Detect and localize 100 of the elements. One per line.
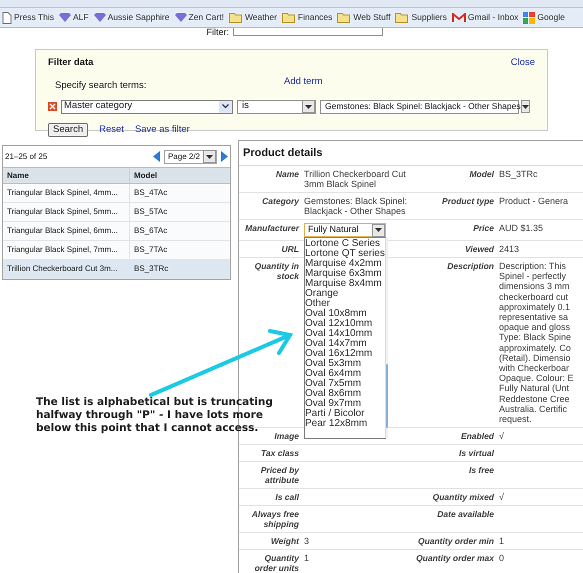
table-cell: BS_5TAc xyxy=(129,203,230,221)
dropdown-option[interactable]: Pear 12x8mm xyxy=(305,419,385,429)
dropdown-option[interactable]: Oval 5x3mm xyxy=(305,359,385,369)
bookmark-link[interactable]: Aussie Sapphire xyxy=(94,11,170,24)
bookmark-link[interactable]: Weather xyxy=(228,11,277,24)
field-label: Enabled xyxy=(460,431,494,442)
page-icon xyxy=(2,12,12,24)
bookmark-link[interactable]: Press This xyxy=(2,11,54,24)
dropdown-option[interactable]: Oval 9x7mm xyxy=(305,399,385,409)
table-cell-text: Triangular Black Spinel, 5mm... xyxy=(6,206,119,218)
dropdown-option[interactable]: Marquise 8x4mm xyxy=(305,279,385,289)
dropdown-option[interactable]: Oval 16x12mm xyxy=(305,349,385,359)
field-value: 2413 xyxy=(499,244,520,254)
panel-title: Filter data xyxy=(48,56,94,70)
field-label: Quantity in stock xyxy=(254,261,299,281)
field-label: Description xyxy=(446,261,494,271)
field-value: AUD $1.35 xyxy=(499,223,544,233)
field-label: Model xyxy=(468,169,494,179)
field-value: 1 xyxy=(304,553,310,564)
annotation-text: The list is alphabetical but is truncating halfway through "P" - I have lots more below this point that I cannot access. xyxy=(36,396,274,435)
page-select[interactable]: Page 2/2 xyxy=(164,150,217,164)
column-header[interactable]: Model xyxy=(129,168,230,183)
bookmark-link[interactable]: Google xyxy=(523,11,565,24)
table-cell-text: Trillion Checkerboard Cut 3m... xyxy=(6,263,118,275)
field-label: Name xyxy=(274,169,299,179)
save-filter-link[interactable]: Save as filter xyxy=(134,122,190,137)
bookmark-link[interactable]: ALF xyxy=(59,11,89,24)
table-cell: BS_4TAc xyxy=(129,184,230,202)
field-label: Priced by attribute xyxy=(260,465,299,486)
gem-icon xyxy=(174,13,186,22)
field-label: Price xyxy=(472,223,494,233)
field-label: Is virtual xyxy=(458,448,494,458)
dropdown-option[interactable]: Oval 12x10mm xyxy=(305,319,385,329)
field-label: Product type xyxy=(441,196,494,206)
prompt-text: Specify search terms: xyxy=(55,79,148,94)
field-label: Manufacturer xyxy=(244,223,299,233)
scrollbar[interactable] xyxy=(384,238,388,438)
dropdown-option[interactable]: Oval 6x4mm xyxy=(305,369,385,379)
field-label: Quantity order max xyxy=(415,553,494,564)
field-value: BS_3TRc xyxy=(499,169,539,179)
field-select[interactable]: Master category xyxy=(61,100,233,114)
bookmark-link[interactable]: Finances xyxy=(282,11,332,24)
dropdown-option[interactable]: Oval 7x5mm xyxy=(305,379,385,389)
field-value: Trillion Checkerboard Cut 3mm Black Spinel xyxy=(304,169,407,189)
table-cell-text: Triangular Black Spinel, 7mm... xyxy=(6,244,119,256)
grid-row[interactable]: Triangular Black Spinel, 7mm... BS_7TAc xyxy=(3,241,230,260)
dropdown-option[interactable]: Oval 10x8mm xyxy=(305,309,385,319)
field-label: Is call xyxy=(274,492,299,502)
grid-row[interactable]: Triangular Black Spinel, 5mm... BS_5TAc xyxy=(3,203,230,222)
grid-logo-icon xyxy=(523,12,536,24)
field-label: Is free xyxy=(468,465,494,476)
folder-icon xyxy=(228,12,243,23)
field-label: Date available xyxy=(436,509,494,520)
bookmark-link[interactable]: Gmail - Inbox xyxy=(452,11,518,24)
bookmark-link[interactable]: Zen Cart! xyxy=(174,11,224,24)
table-cell: BS_7TAc xyxy=(129,241,230,259)
grid-row[interactable]: Trillion Checkerboard Cut 3m... BS_3TRc xyxy=(3,260,230,279)
field-label: Image xyxy=(273,431,299,442)
grid-row[interactable]: Triangular Black Spinel, 4mm... BS_4TAc xyxy=(3,184,230,203)
field-label: Quantity order units xyxy=(254,553,299,573)
field-label: Always free shipping xyxy=(250,509,299,530)
scrollbar-thumb[interactable] xyxy=(386,364,388,428)
dropdown-option[interactable]: Oval 14x10mm xyxy=(305,329,385,339)
table-cell-text: Triangular Black Spinel, 6mm... xyxy=(6,225,119,237)
add-term-link[interactable]: Add term xyxy=(284,75,323,94)
field-label: Quantity mixed xyxy=(432,492,494,502)
grid-row[interactable]: Triangular Black Spinel, 6mm... BS_6TAc xyxy=(3,222,230,241)
folder-icon xyxy=(282,12,296,23)
delete-icon[interactable] xyxy=(48,102,57,111)
dropdown-option[interactable]: Marquise 6x3mm xyxy=(305,269,385,279)
operator-select[interactable]: is xyxy=(237,100,316,114)
dropdown-option[interactable]: Marquise 4x2mm xyxy=(305,259,385,269)
dropdown-option[interactable]: Other xyxy=(305,299,385,309)
field-value: Product - Genera xyxy=(499,196,570,206)
bookmark-link[interactable]: Suppliers xyxy=(395,11,447,24)
dropdown-option[interactable]: Parti / Bicolor xyxy=(305,409,385,419)
manufacturer-select[interactable]: Fully Natural xyxy=(304,223,386,237)
check-mark: √ xyxy=(499,431,505,442)
previous-page-icon[interactable] xyxy=(152,151,160,162)
bookmark-link[interactable]: Web Stuff xyxy=(337,11,390,24)
dropdown-option[interactable]: Oval 8x6mm xyxy=(305,389,385,399)
mail-icon xyxy=(452,12,466,22)
gem-icon xyxy=(94,13,106,22)
close-link[interactable]: Close xyxy=(510,56,535,70)
field-value: 0 xyxy=(499,553,506,564)
field-value: 1 xyxy=(499,536,506,546)
dropdown-option[interactable]: Lortone QT series xyxy=(305,249,385,259)
range-text: 21–25 of 25 xyxy=(5,150,48,162)
dropdown-option[interactable]: Orange xyxy=(305,289,385,299)
dropdown-option[interactable]: Lortone C Series xyxy=(305,239,385,249)
panel-title: Product details xyxy=(243,146,322,161)
reset-link[interactable]: Reset xyxy=(99,122,124,137)
next-page-icon[interactable] xyxy=(221,151,228,162)
search-button[interactable]: Search xyxy=(48,122,88,137)
column-header[interactable]: Name xyxy=(3,168,129,183)
field-value: Gemstones: Black Spinel: Blackjack - Other Shapes xyxy=(304,196,408,216)
filter-select[interactable] xyxy=(233,28,383,36)
gem-icon xyxy=(59,13,71,22)
dropdown-option[interactable]: Oval 14x7mm xyxy=(305,339,385,349)
field-label: Quantity order min xyxy=(416,536,494,546)
